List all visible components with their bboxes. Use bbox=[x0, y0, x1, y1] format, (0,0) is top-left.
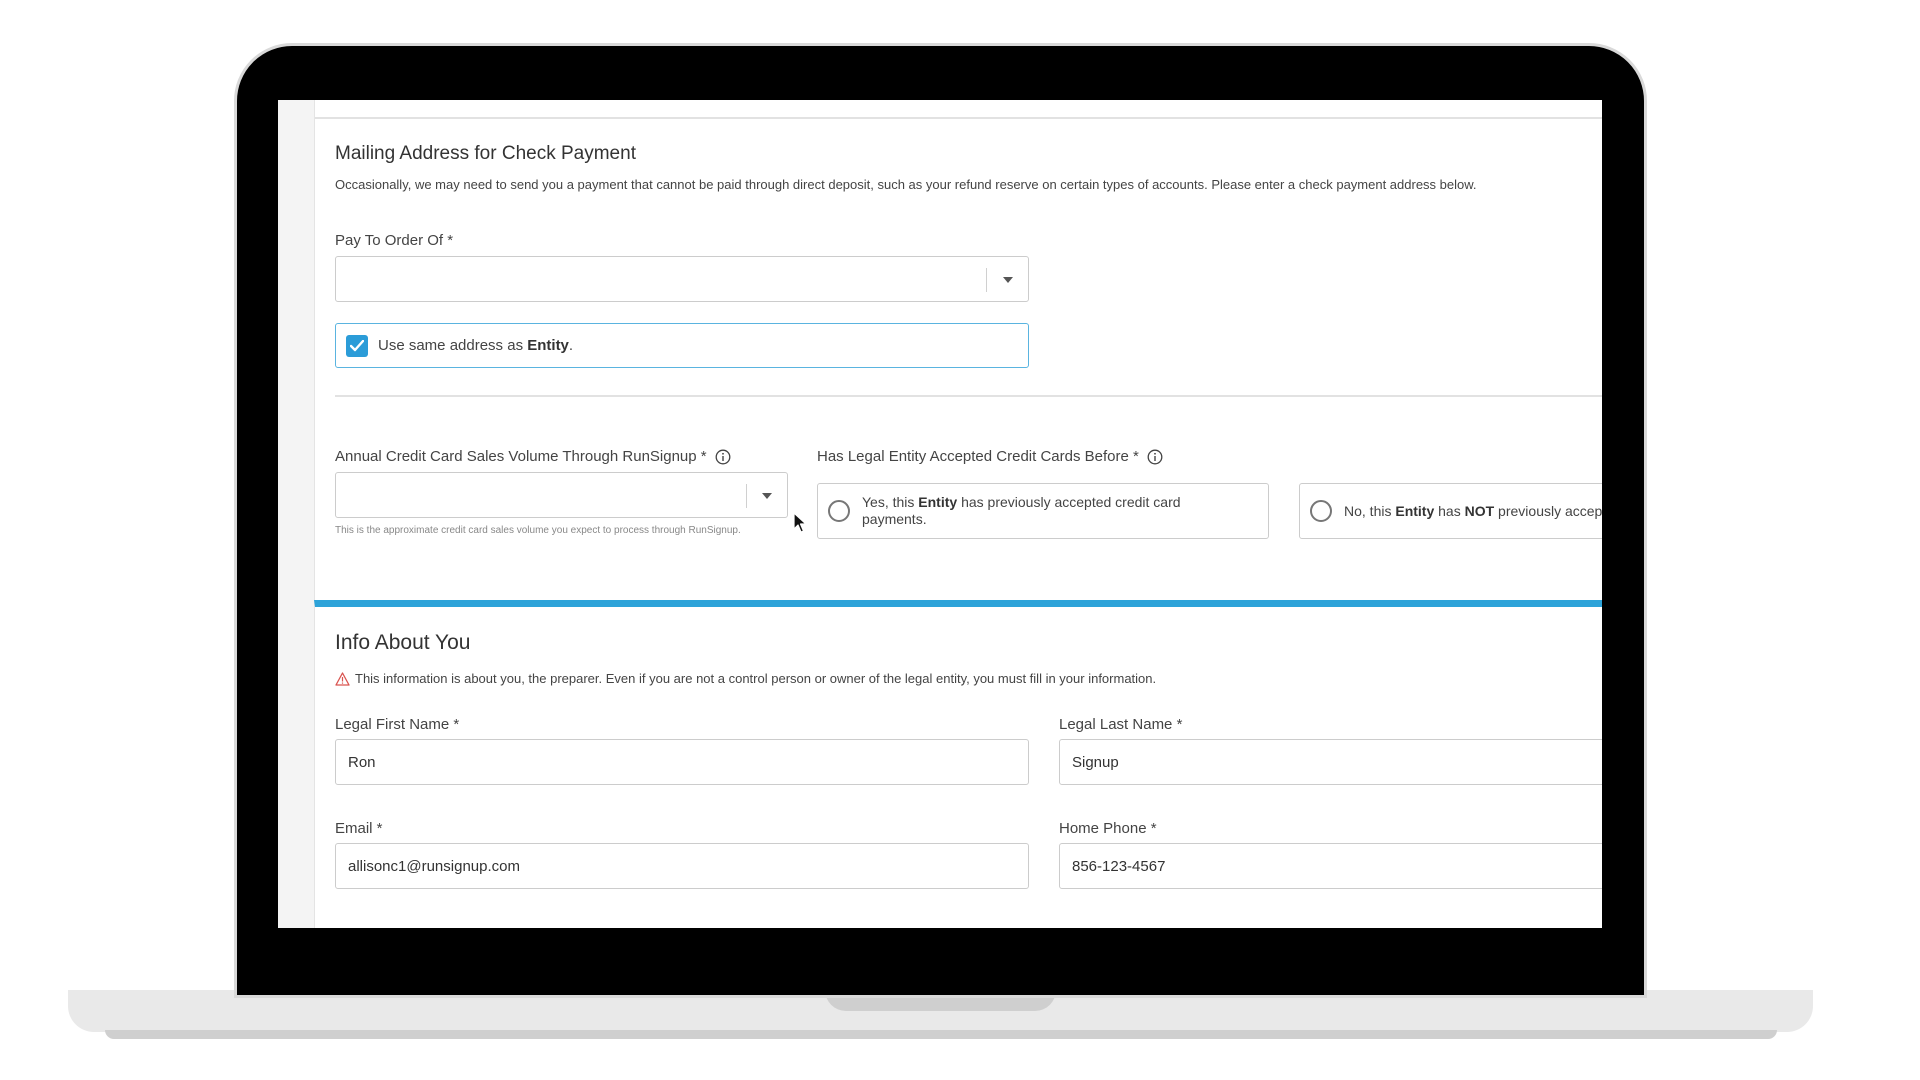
accepted-no-label: No, this Entity has NOT previously accep… bbox=[1344, 502, 1602, 519]
email-value: allisonc1@runsignup.com bbox=[348, 857, 520, 875]
screen: Mailing Address for Check Payment Occasi… bbox=[278, 100, 1602, 928]
pay-to-label-text: Pay To Order Of * bbox=[335, 232, 454, 249]
first-name-input[interactable]: Ron bbox=[335, 739, 1029, 785]
divider bbox=[335, 395, 1602, 397]
about-section-title: Info About You bbox=[335, 631, 471, 654]
accepted-label: Has Legal Entity Accepted Credit Cards B… bbox=[817, 448, 1163, 465]
volume-select[interactable] bbox=[335, 472, 788, 518]
accepted-yes-radio[interactable] bbox=[828, 500, 850, 522]
chevron-down-icon[interactable] bbox=[1003, 277, 1013, 283]
email-input[interactable]: allisonc1@runsignup.com bbox=[335, 843, 1029, 889]
mailing-section-title: Mailing Address for Check Payment bbox=[335, 143, 636, 164]
same-address-checkbox-row[interactable]: Use same address as Entity. bbox=[335, 323, 1029, 368]
volume-label-text: Annual Credit Card Sales Volume Through … bbox=[335, 448, 707, 465]
first-name-value: Ron bbox=[348, 753, 376, 771]
last-name-label: Legal Last Name * bbox=[1059, 716, 1183, 733]
email-label: Email * bbox=[335, 820, 383, 837]
about-warning: This information is about you, the prepa… bbox=[335, 671, 1156, 686]
select-separator bbox=[746, 484, 747, 508]
info-icon[interactable] bbox=[1147, 449, 1163, 465]
divider bbox=[315, 117, 1602, 119]
about-panel: Info About You This information is about… bbox=[314, 600, 1602, 928]
volume-hint: This is the approximate credit card sale… bbox=[335, 525, 741, 536]
same-address-checkbox[interactable] bbox=[346, 334, 368, 357]
mailing-credit-panel: Mailing Address for Check Payment Occasi… bbox=[314, 100, 1602, 680]
pay-to-select[interactable] bbox=[335, 256, 1029, 302]
laptop-mockup: Mailing Address for Check Payment Occasi… bbox=[0, 0, 1920, 1080]
pay-to-label: Pay To Order Of * bbox=[335, 232, 453, 249]
mailing-description: Occasionally, we may need to send you a … bbox=[335, 177, 1477, 192]
accepted-no-option[interactable]: No, this Entity has NOT previously accep… bbox=[1299, 483, 1602, 539]
accepted-yes-option[interactable]: Yes, this Entity has previously accepted… bbox=[817, 483, 1269, 539]
check-icon bbox=[350, 339, 364, 351]
last-name-input[interactable]: Signup bbox=[1059, 739, 1602, 785]
first-name-label: Legal First Name * bbox=[335, 716, 460, 733]
volume-label: Annual Credit Card Sales Volume Through … bbox=[335, 448, 731, 465]
info-icon[interactable] bbox=[715, 449, 731, 465]
accepted-label-text: Has Legal Entity Accepted Credit Cards B… bbox=[817, 448, 1139, 465]
chevron-down-icon[interactable] bbox=[762, 493, 772, 499]
laptop-base-shadow bbox=[105, 1030, 1777, 1039]
phone-input[interactable]: 856-123-4567 bbox=[1059, 843, 1602, 889]
warning-icon bbox=[335, 671, 350, 686]
select-separator bbox=[986, 268, 987, 292]
phone-value: 856-123-4567 bbox=[1072, 857, 1166, 875]
last-name-value: Signup bbox=[1072, 753, 1119, 771]
accepted-no-radio[interactable] bbox=[1310, 500, 1332, 522]
mouse-cursor-icon bbox=[793, 512, 807, 533]
about-warning-text: This information is about you, the prepa… bbox=[355, 671, 1157, 686]
same-address-label: Use same address as Entity. bbox=[378, 337, 574, 354]
accepted-yes-label: Yes, this Entity has previously accepted… bbox=[862, 494, 1181, 527]
phone-label: Home Phone * bbox=[1059, 820, 1157, 837]
